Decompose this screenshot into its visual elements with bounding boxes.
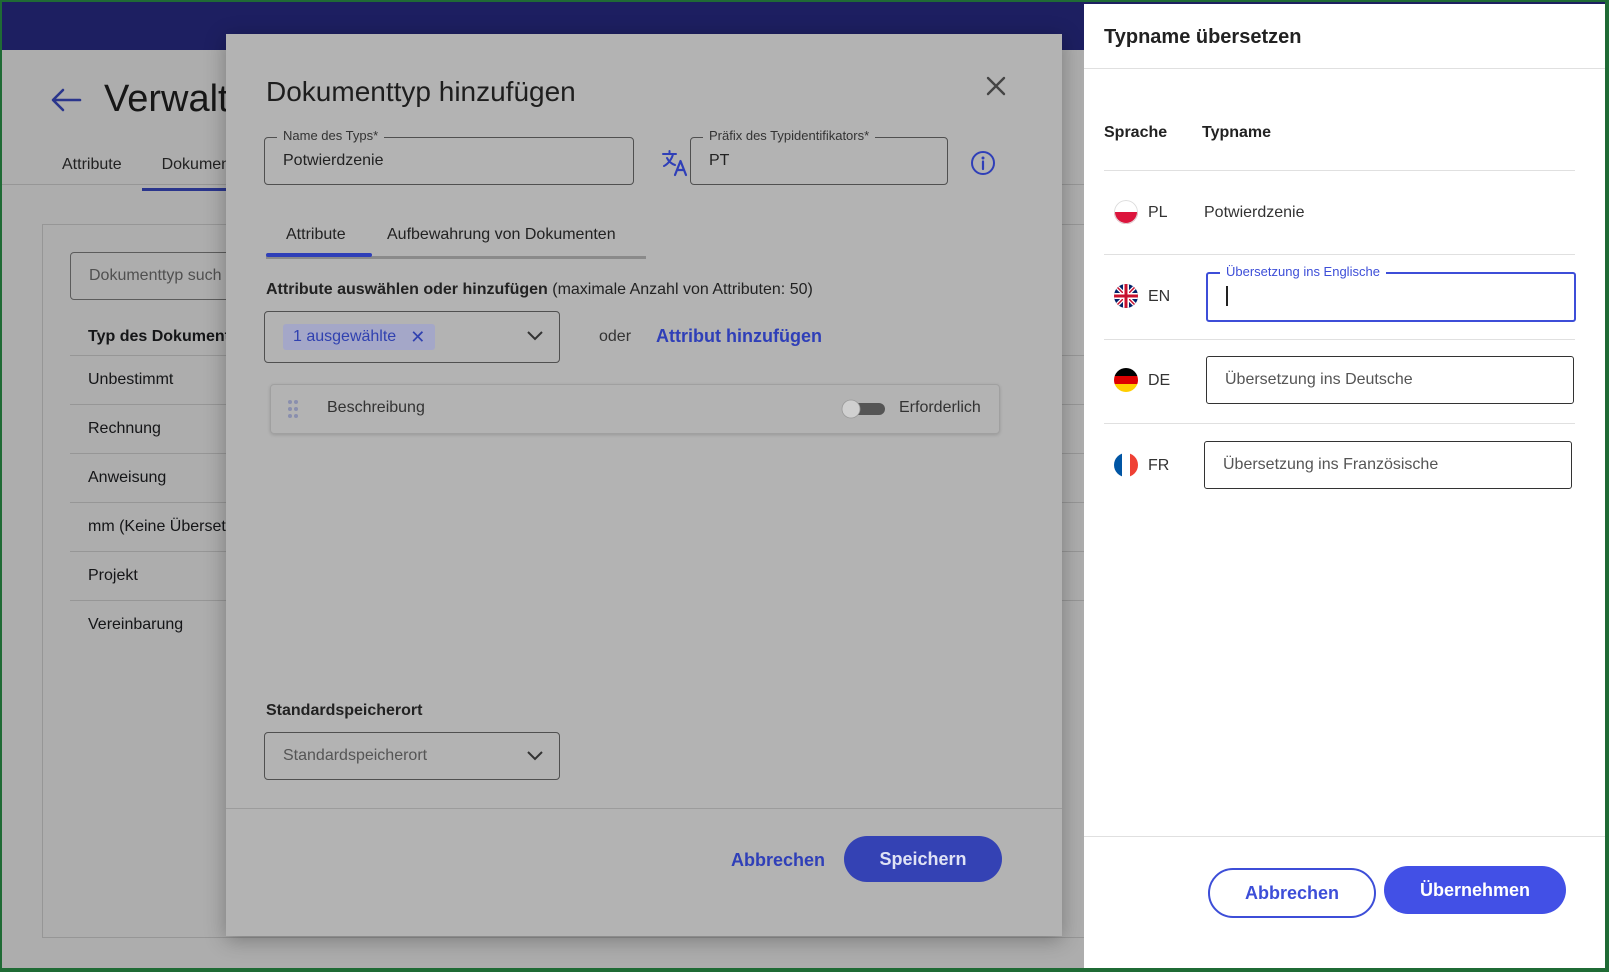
- header-divider: [1104, 170, 1575, 171]
- tab-aufbewahrung[interactable]: Aufbewahrung von Dokumenten: [387, 226, 616, 244]
- dialog-footer-divider: [226, 808, 1062, 809]
- poland-flag-icon: [1114, 200, 1138, 224]
- or-label: oder: [599, 328, 632, 345]
- add-attribute-link[interactable]: Attribut hinzufügen: [656, 326, 822, 347]
- panel-header-divider: [1084, 68, 1605, 69]
- chevron-down-icon: [527, 331, 543, 341]
- panel-cancel-button[interactable]: Abbrechen: [1208, 868, 1376, 918]
- translation-input-en-label: Übersetzung ins Englische: [1220, 264, 1386, 279]
- row-divider: [1104, 339, 1575, 340]
- storage-heading: Standardspeicherort: [266, 702, 423, 719]
- drag-handle-icon[interactable]: [287, 399, 299, 419]
- column-header-typename: Typname: [1202, 124, 1272, 141]
- attribute-name: Beschreibung: [327, 399, 425, 416]
- row-divider: [1104, 423, 1575, 424]
- active-tab-indicator: [266, 253, 372, 257]
- selected-chip: 1 ausgewählte ✕: [283, 324, 436, 350]
- required-label: Erforderlich: [899, 399, 981, 416]
- dialog-title: Dokumenttyp hinzufügen: [266, 76, 576, 107]
- type-name-value: Potwierdzenie: [283, 152, 384, 169]
- prefix-label: Präfix des Typidentifikators*: [703, 128, 876, 143]
- row-divider: [1104, 254, 1575, 255]
- tab-attribute[interactable]: Attribute: [286, 226, 346, 244]
- apply-button[interactable]: Übernehmen: [1384, 866, 1566, 914]
- attribute-row: Beschreibung Erforderlich: [270, 384, 1000, 434]
- prefix-field[interactable]: Präfix des Typidentifikators* PT: [690, 128, 948, 185]
- info-icon[interactable]: [970, 150, 996, 176]
- chevron-down-icon: [527, 751, 543, 761]
- language-code: FR: [1148, 457, 1170, 474]
- text-caret: [1226, 286, 1228, 306]
- cancel-button[interactable]: Abbrechen: [731, 850, 825, 871]
- close-icon[interactable]: [982, 72, 1010, 100]
- type-name-label: Name des Typs*: [277, 128, 385, 143]
- translation-input-fr[interactable]: Übersetzung ins Französische: [1204, 441, 1572, 489]
- column-header-language: Sprache: [1104, 124, 1168, 141]
- storage-select[interactable]: Standardspeicherort: [264, 732, 560, 780]
- translation-input-de[interactable]: Übersetzung ins Deutsche: [1206, 356, 1574, 404]
- attributes-heading-bold: Attribute auswählen oder hinzufügen: [266, 281, 548, 298]
- translation-input-fr-placeholder: Übersetzung ins Französische: [1223, 456, 1439, 473]
- save-button[interactable]: Speichern: [844, 836, 1002, 882]
- prefix-value: PT: [709, 152, 730, 169]
- attributes-heading: Attribute auswählen oder hinzufügen (max…: [266, 281, 813, 299]
- language-code: PL: [1148, 204, 1168, 221]
- translation-input-en[interactable]: Übersetzung ins Englische: [1206, 264, 1576, 322]
- panel-footer-divider: [1084, 836, 1605, 837]
- required-toggle[interactable]: [841, 399, 887, 419]
- germany-flag-icon: [1114, 368, 1138, 392]
- translate-icon[interactable]: [660, 148, 690, 178]
- panel-title: Typname übersetzen: [1104, 26, 1302, 48]
- selected-chip-label: 1 ausgewählte: [293, 328, 397, 345]
- attributes-select[interactable]: 1 ausgewählte ✕: [264, 311, 560, 363]
- language-code: DE: [1148, 372, 1171, 389]
- uk-flag-icon: [1114, 284, 1138, 308]
- app-window: Verwalt Attribute Dokumen Dokumenttyp su…: [2, 2, 1605, 968]
- storage-placeholder: Standardspeicherort: [283, 747, 428, 764]
- language-code: EN: [1148, 288, 1171, 305]
- france-flag-icon: [1114, 453, 1138, 477]
- type-name-field[interactable]: Name des Typs* Potwierdzenie: [264, 128, 634, 185]
- translation-input-de-placeholder: Übersetzung ins Deutsche: [1225, 371, 1413, 388]
- type-name-pl: Potwierdzenie: [1204, 204, 1305, 221]
- clear-selection-icon[interactable]: ✕: [410, 327, 425, 348]
- add-document-type-dialog: Dokumenttyp hinzufügen Name des Typs* Po…: [226, 34, 1062, 936]
- attributes-heading-note: (maximale Anzahl von Attributen: 50): [552, 281, 813, 298]
- translate-type-name-panel: Typname übersetzen Sprache Typname PL Po…: [1084, 4, 1605, 968]
